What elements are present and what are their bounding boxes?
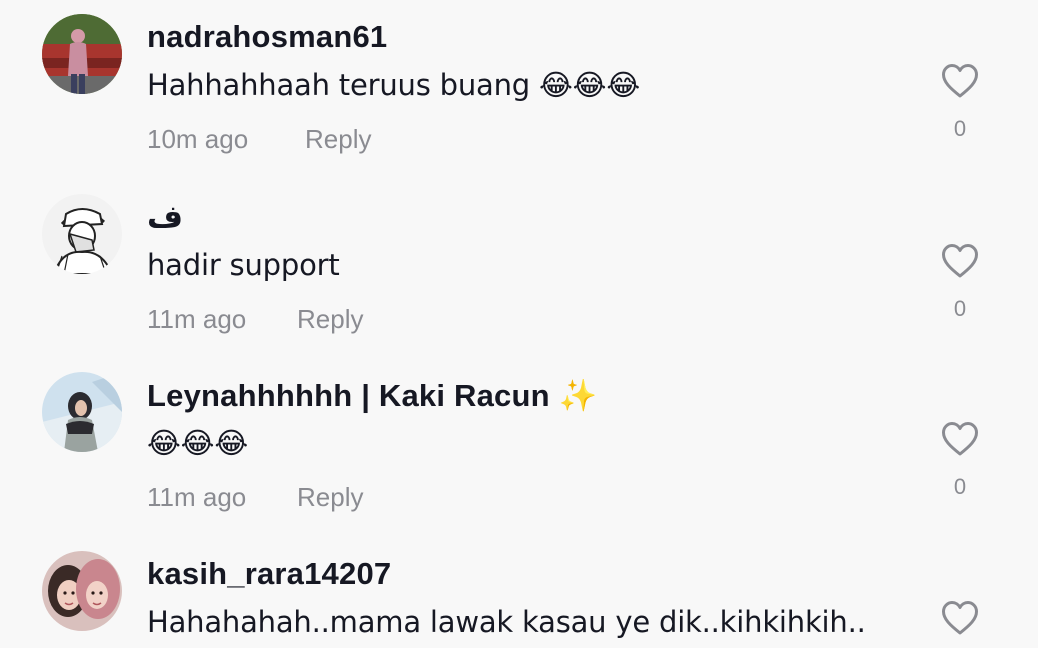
- heart-outline-icon: [942, 422, 978, 456]
- comment-username[interactable]: nadrahosman61: [147, 19, 387, 55]
- like-count: 0: [953, 296, 967, 321]
- like-button[interactable]: [941, 600, 979, 636]
- comment-text: hadir support: [147, 248, 340, 282]
- like-count: 0: [953, 116, 967, 141]
- comment-item: ف hadir support 11m ago Reply 0: [0, 180, 1038, 359]
- comment-username[interactable]: kasih_rara14207: [147, 556, 391, 592]
- heart-outline-icon: [942, 601, 978, 635]
- comment-username[interactable]: ف: [147, 199, 183, 235]
- heart-outline-icon: [942, 244, 978, 278]
- comment-text: Hahahahah..mama lawak kasau ye dik..kihk…: [147, 605, 866, 639]
- avatar-photo-two-women-icon: [42, 551, 122, 631]
- comment-list: nadrahosman61 Hahhahhaah teruus buang 😂😂…: [0, 0, 1038, 648]
- like-button[interactable]: [941, 421, 979, 457]
- avatar-photo-woman-car-icon: [42, 14, 122, 94]
- heart-outline-icon: [942, 64, 978, 98]
- reply-button[interactable]: Reply: [305, 124, 371, 155]
- reply-button[interactable]: Reply: [297, 304, 363, 335]
- comment-timestamp: 11m ago: [147, 482, 247, 512]
- avatar[interactable]: [42, 194, 122, 274]
- comment-text: Hahhahhaah teruus buang 😂😂😂: [147, 68, 641, 102]
- avatar-photo-hijab-woman-icon: [42, 372, 122, 452]
- comment-item: Leynahhhhhh | Kaki Racun ✨ 😂😂😂 11m ago R…: [0, 358, 1038, 537]
- comment-text: 😂😂😂: [147, 426, 249, 460]
- comment-timestamp: 11m ago: [147, 304, 247, 334]
- avatar[interactable]: [42, 551, 122, 631]
- comment-username[interactable]: Leynahhhhhh | Kaki Racun ✨: [147, 377, 597, 414]
- comment-item: nadrahosman61 Hahhahhaah teruus buang 😂😂…: [0, 0, 1038, 179]
- like-button[interactable]: [941, 243, 979, 279]
- avatar[interactable]: [42, 14, 122, 94]
- like-button[interactable]: [941, 63, 979, 99]
- avatar[interactable]: [42, 372, 122, 452]
- reply-button[interactable]: Reply: [297, 482, 363, 513]
- avatar-sketch-man-icon: [42, 194, 122, 274]
- comment-item: kasih_rara14207 Hahahahah..mama lawak ka…: [0, 537, 1038, 648]
- like-count: 0: [953, 474, 967, 499]
- comment-timestamp: 10m ago: [147, 124, 249, 154]
